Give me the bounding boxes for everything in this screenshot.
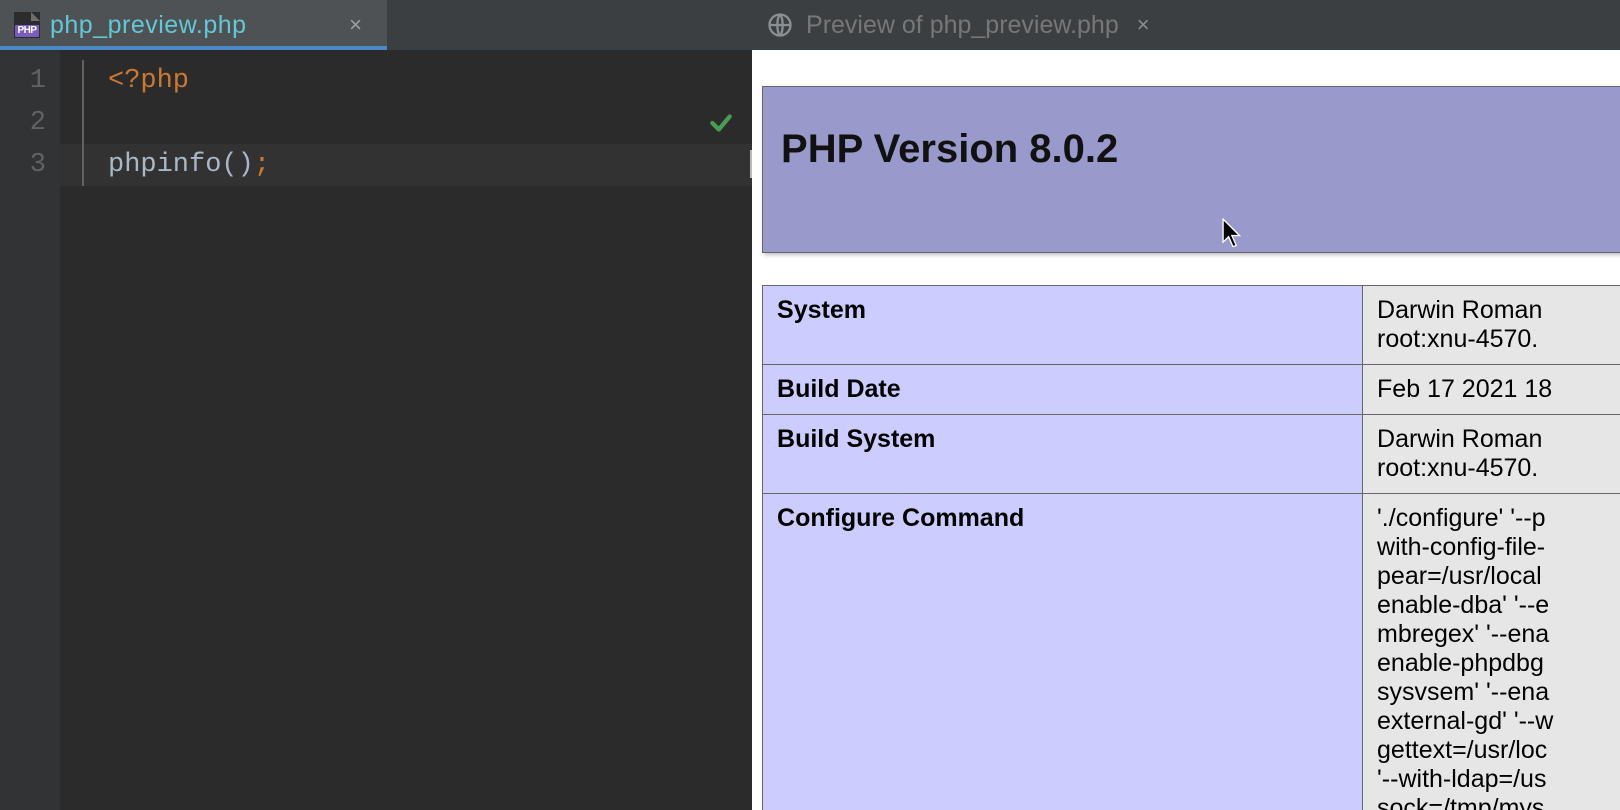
table-row: System Darwin Roman root:xnu-4570. (763, 286, 1620, 365)
close-icon[interactable]: × (347, 16, 365, 34)
tab-label: php_preview.php (50, 11, 247, 40)
cell-value: Darwin Roman root:xnu-4570. (1363, 415, 1620, 494)
globe-icon (766, 11, 794, 39)
table-row: Build System Darwin Roman root:xnu-4570. (763, 415, 1620, 494)
cell-key: Configure Command (763, 494, 1363, 810)
code-line-current[interactable]: phpinfo(); (60, 144, 752, 186)
phpinfo-title: PHP Version 8.0.2 (781, 127, 1620, 172)
checkmark-icon[interactable] (708, 110, 734, 136)
cell-key: System (763, 286, 1363, 365)
cell-value: './configure' '--p with-config-file- pea… (1363, 494, 1620, 810)
cell-value: Feb 17 2021 18 (1363, 365, 1620, 415)
cell-key: Build System (763, 415, 1363, 494)
phpinfo-header: PHP Version 8.0.2 (762, 86, 1620, 253)
close-icon[interactable]: × (1137, 12, 1150, 38)
line-number: 1 (0, 60, 46, 102)
tab-preview[interactable]: Preview of php_preview.php × (752, 0, 1168, 50)
line-number: 2 (0, 102, 46, 144)
code-editor[interactable]: 1 2 3 <?php phpinfo(); (0, 50, 752, 810)
php-open-tag: <?php (108, 66, 189, 96)
table-row: Configure Command './configure' '--p wit… (763, 494, 1620, 810)
editor-tabstrip: PHP php_preview.php × (0, 0, 752, 50)
preview-tabstrip: Preview of php_preview.php × (752, 0, 1620, 50)
cell-value: Darwin Roman root:xnu-4570. (1363, 286, 1620, 365)
code-area[interactable]: <?php phpinfo(); (60, 50, 752, 810)
table-row: Build Date Feb 17 2021 18 (763, 365, 1620, 415)
code-line[interactable]: <?php (60, 60, 752, 102)
line-gutter: 1 2 3 (0, 50, 60, 810)
code-line[interactable] (60, 102, 752, 144)
cell-key: Build Date (763, 365, 1363, 415)
func-call: phpinfo (108, 150, 221, 180)
browser-view[interactable]: PHP Version 8.0.2 System Darwin Roman ro… (752, 50, 1620, 810)
editor-pane: PHP php_preview.php × 1 2 3 <?php phpinf… (0, 0, 752, 810)
php-file-icon: PHP (14, 12, 40, 38)
preview-tab-label: Preview of php_preview.php (806, 11, 1119, 40)
line-number: 3 (0, 144, 46, 186)
phpinfo-table: System Darwin Roman root:xnu-4570. Build… (762, 285, 1620, 810)
tab-php-preview[interactable]: PHP php_preview.php × (0, 0, 387, 50)
preview-pane: Preview of php_preview.php × PHP Version… (752, 0, 1620, 810)
